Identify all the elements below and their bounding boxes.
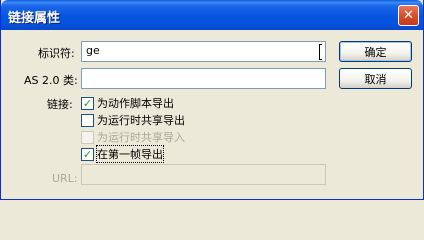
link-properties-dialog: 链接属性 ✕ 标识符: ge AS 2.0 类: 确定 取消 链接: ✓ 为动作… [0, 0, 424, 200]
checkbox-box [81, 130, 94, 144]
ok-button-label: 确定 [364, 45, 387, 59]
checkbox-import-runtime-sharing: 为运行时共享导入 [81, 129, 185, 145]
checkbox-label: 为动作脚本导出 [97, 97, 174, 110]
identifier-input[interactable]: ge [81, 41, 326, 62]
checkbox-box[interactable] [81, 113, 94, 127]
title-bar[interactable]: 链接属性 ✕ [1, 0, 423, 30]
dialog-title: 链接属性 [8, 11, 61, 26]
checkbox-label: 在第一帧导出 [96, 145, 164, 163]
checkbox-export-actionscript[interactable]: ✓ 为动作脚本导出 [81, 95, 174, 111]
linkage-label: 链接: [47, 98, 73, 111]
checkbox-box[interactable]: ✓ [81, 147, 94, 161]
identifier-label: 标识符: [38, 47, 75, 60]
ok-button[interactable]: 确定 [339, 41, 412, 62]
cancel-button[interactable]: 取消 [339, 68, 412, 89]
close-icon: ✕ [403, 8, 414, 23]
url-input [81, 164, 326, 185]
cancel-button-label: 取消 [364, 72, 387, 86]
as-class-input[interactable] [81, 68, 326, 89]
checkbox-export-first-frame[interactable]: ✓ 在第一帧导出 [81, 145, 164, 163]
as-class-label: AS 2.0 类: [24, 74, 78, 87]
checkbox-label: 为运行时共享导入 [97, 131, 185, 144]
text-cursor-icon [319, 44, 322, 60]
checkbox-label: 为运行时共享导出 [97, 114, 185, 127]
close-button[interactable]: ✕ [398, 5, 419, 26]
checkbox-export-runtime-sharing[interactable]: 为运行时共享导出 [81, 112, 185, 128]
url-label: URL: [52, 172, 78, 185]
checkbox-box[interactable]: ✓ [81, 96, 94, 110]
